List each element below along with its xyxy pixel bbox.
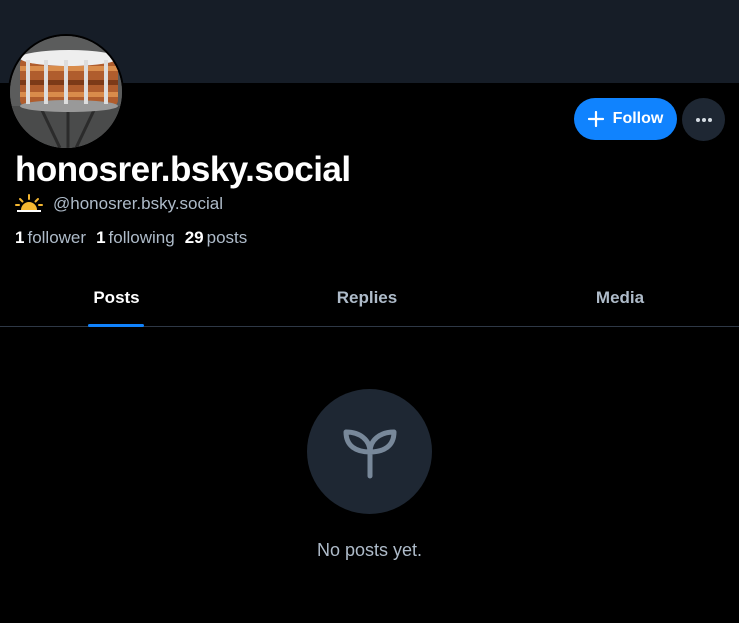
followers-label: follower bbox=[27, 228, 87, 247]
tab-media[interactable]: Media bbox=[502, 270, 738, 326]
posts-count: 29 bbox=[184, 228, 204, 247]
tab-posts-label: Posts bbox=[93, 288, 140, 307]
tab-replies[interactable]: Replies bbox=[250, 270, 484, 326]
profile-tabs: Posts Replies Media bbox=[0, 270, 739, 327]
tab-posts[interactable]: Posts bbox=[0, 270, 233, 326]
display-name: honosrer.bsky.social bbox=[15, 150, 351, 189]
ellipsis-icon bbox=[695, 117, 712, 122]
posts-stat: 29 posts bbox=[185, 228, 248, 248]
posts-label: posts bbox=[206, 228, 248, 247]
active-tab-indicator bbox=[88, 324, 144, 327]
tab-replies-label: Replies bbox=[336, 288, 398, 307]
profile-stats: 1 follower 1 following 29 posts bbox=[15, 228, 257, 248]
follow-button-label: Follow bbox=[612, 110, 664, 127]
handle[interactable]: @honosrer.bsky.social bbox=[53, 194, 223, 214]
followers-link[interactable]: 1 follower bbox=[15, 228, 86, 248]
follow-button[interactable]: Follow bbox=[574, 98, 677, 140]
avatar-image bbox=[10, 36, 122, 148]
following-label: following bbox=[108, 228, 175, 247]
avatar[interactable] bbox=[8, 34, 124, 150]
seedling-icon bbox=[343, 429, 396, 478]
following-link[interactable]: 1 following bbox=[96, 228, 175, 248]
followers-count: 1 bbox=[15, 228, 25, 247]
empty-state-message: No posts yet. bbox=[316, 540, 423, 560]
plus-icon bbox=[587, 111, 604, 127]
following-count: 1 bbox=[96, 228, 106, 247]
empty-state-icon-circle bbox=[307, 389, 432, 514]
sunrise-icon bbox=[15, 194, 43, 212]
handle-row: @honosrer.bsky.social bbox=[15, 194, 223, 214]
more-options-button[interactable] bbox=[682, 98, 725, 141]
tab-media-label: Media bbox=[595, 288, 645, 307]
